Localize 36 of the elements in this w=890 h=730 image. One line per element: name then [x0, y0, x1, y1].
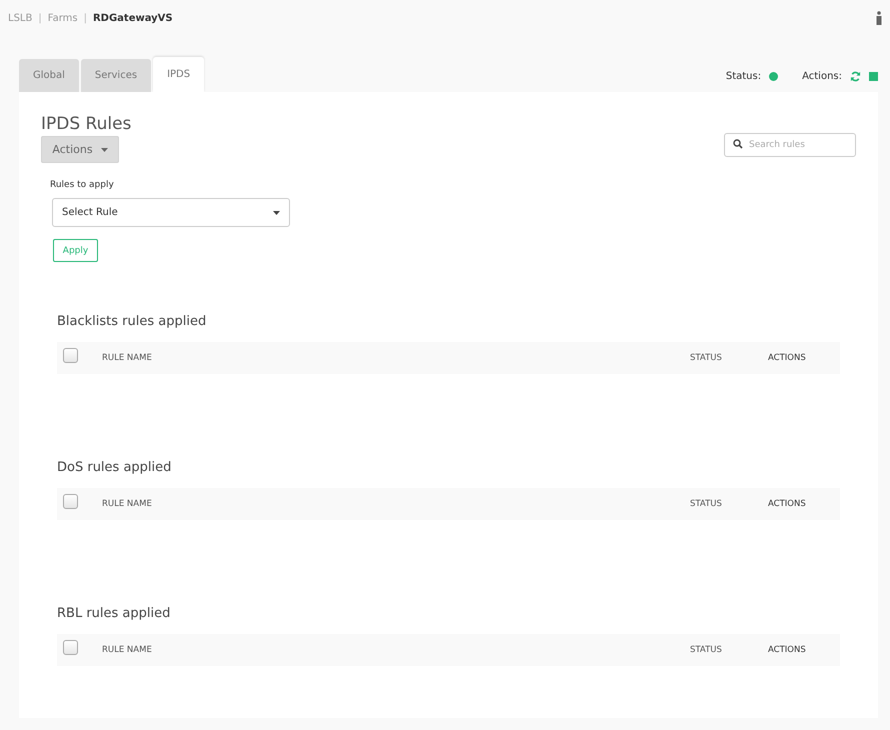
- section-title: Blacklists rules applied: [57, 314, 208, 331]
- select-all-checkbox[interactable]: [63, 348, 78, 362]
- breadcrumb-item[interactable]: Farms: [48, 12, 78, 24]
- tab[interactable]: IPDS: [153, 57, 204, 92]
- section-title: RBL rules applied: [57, 606, 172, 623]
- breadcrumb-separator: |: [38, 12, 42, 24]
- column-header: STATUS: [690, 353, 723, 363]
- column-header: ACTIONS: [768, 353, 807, 363]
- column-header: RULE NAME: [102, 645, 153, 655]
- tab[interactable]: Global: [19, 59, 79, 92]
- breadcrumb-item[interactable]: LSLB: [8, 12, 32, 24]
- column-header: RULE NAME: [102, 499, 153, 509]
- caret-icon: [273, 210, 280, 214]
- column-header: STATUS: [690, 499, 723, 509]
- tab[interactable]: Services: [80, 59, 152, 92]
- actions-label: Actions:: [802, 71, 842, 82]
- restart-icon[interactable]: [850, 71, 861, 82]
- select-all-checkbox[interactable]: [63, 494, 78, 508]
- actions-button[interactable]: Actions: [41, 136, 119, 163]
- search-icon: [733, 139, 743, 149]
- select-all-checkbox[interactable]: [63, 640, 78, 654]
- apply-button[interactable]: Apply: [53, 239, 98, 262]
- breadcrumb-item: RDGatewayVS: [92, 12, 173, 24]
- info-icon[interactable]: [876, 11, 882, 25]
- field-label: Rules to apply: [50, 180, 115, 190]
- column-header: STATUS: [690, 645, 723, 655]
- page-title: IPDS Rules: [41, 114, 132, 134]
- section-title: DoS rules applied: [57, 460, 172, 477]
- breadcrumb-separator: |: [84, 12, 87, 24]
- search-field[interactable]: Search rules: [724, 133, 856, 157]
- column-header: RULE NAME: [102, 353, 153, 363]
- rule-dropdown[interactable]: Select Rule: [52, 198, 290, 227]
- column-header: ACTIONS: [768, 645, 807, 655]
- column-header: ACTIONS: [768, 499, 807, 509]
- status-label: Status:: [726, 71, 762, 82]
- caret-icon: [100, 148, 108, 152]
